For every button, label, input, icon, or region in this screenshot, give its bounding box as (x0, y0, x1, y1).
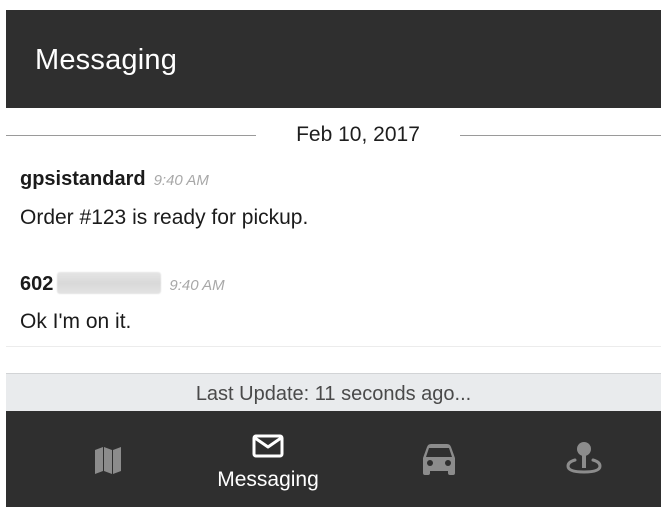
message-sender: gpsistandard (20, 168, 146, 190)
nav-item-label: Messaging (217, 468, 319, 491)
car-icon (423, 444, 455, 475)
message-header: 602 9:40 AM (20, 272, 225, 298)
list-divider (6, 346, 661, 347)
page-title: Messaging (35, 44, 178, 76)
date-separator-line-left (6, 135, 256, 136)
message-list[interactable]: Feb 10, 2017 gpsistandard 9:40 AM Order #… (6, 108, 661, 348)
message-text: Ok I'm on it. (20, 310, 132, 333)
date-separator: Feb 10, 2017 (6, 123, 661, 147)
message-text: Order #123 is ready for pickup. (20, 206, 309, 229)
nav-item-messaging[interactable]: Messaging (198, 411, 338, 507)
message-sender: 602 (20, 273, 54, 295)
message-item: gpsistandard 9:40 AM Order #123 is ready … (20, 168, 308, 230)
nav-item-location[interactable] (524, 411, 644, 507)
redacted-sender-number (57, 272, 162, 294)
message-time: 9:40 AM (169, 277, 225, 294)
message-header: gpsistandard 9:40 AM (20, 168, 308, 194)
last-update-status: Last Update: 11 seconds ago... (195, 383, 472, 405)
nav-item-map[interactable] (48, 411, 168, 507)
message-item: 602 9:40 AM Ok I'm on it. (20, 272, 225, 334)
location-pin-icon (566, 442, 602, 474)
date-separator-label: Feb 10, 2017 (296, 123, 420, 146)
bottom-navigation: Messaging (6, 411, 661, 507)
messaging-app: Messaging Feb 10, 2017 gpsistandard 9:40 … (6, 0, 661, 507)
map-icon (95, 447, 121, 474)
nav-item-vehicle[interactable] (379, 411, 499, 507)
status-bar: Last Update: 11 seconds ago... (6, 373, 661, 411)
envelope-icon (252, 434, 284, 458)
date-separator-line-right (460, 135, 661, 136)
message-time: 9:40 AM (153, 172, 209, 189)
app-header: Messaging (6, 10, 661, 108)
